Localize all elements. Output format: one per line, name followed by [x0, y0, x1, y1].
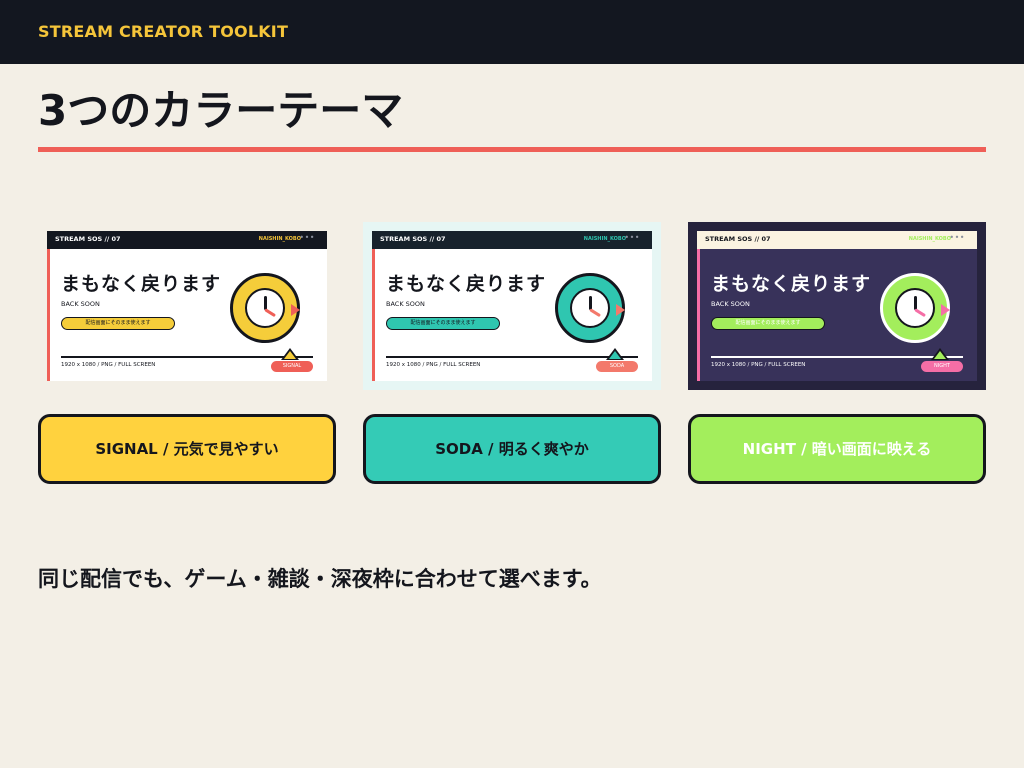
- clock-pointer-icon: [941, 304, 950, 316]
- clock-pointer-icon: [291, 304, 300, 316]
- preview-heading: まもなく戻ります: [386, 273, 547, 295]
- page-title: 3つのカラーテーマ: [38, 86, 404, 135]
- preview-header-label: STREAM SOS // 07: [705, 235, 771, 243]
- preview-subheading: BACK SOON: [711, 300, 750, 308]
- clock-face: [895, 288, 935, 328]
- clock-minute-hand: [264, 308, 276, 318]
- caption: 同じ配信でも、ゲーム・雑談・深夜枠に合わせて選べます。: [38, 567, 602, 591]
- preview-header-label: STREAM SOS // 07: [55, 235, 121, 243]
- preview-heading: まもなく戻ります: [711, 273, 872, 295]
- preview-heading: まもなく戻ります: [61, 273, 222, 295]
- preview-thumbnail: STREAM SOS // 07 NAISHIN_KOBO ••• まもなく戻ります B…: [47, 231, 327, 381]
- preview-card-soda[interactable]: STREAM SOS // 07 NAISHIN_KOBO ••• まもなく戻ります B…: [363, 222, 661, 390]
- preview-card-signal[interactable]: STREAM SOS // 07 NAISHIN_KOBO ••• まもなく戻ります B…: [38, 222, 336, 390]
- preview-edge-bar: [697, 249, 700, 381]
- preview-divider: [386, 356, 638, 358]
- clock-face: [245, 288, 285, 328]
- preview-header: STREAM SOS // 07 NAISHIN_KOBO •••: [697, 231, 977, 249]
- clock-icon: [555, 273, 625, 343]
- preview-spec: 1920 x 1080 / PNG / FULL SCREEN: [386, 362, 481, 368]
- clock-face: [570, 288, 610, 328]
- warning-icon-fill: [608, 351, 621, 359]
- theme-button-signal[interactable]: SIGNAL / 元気で見やすい: [38, 414, 336, 484]
- preview-thumbnail: STREAM SOS // 07 NAISHIN_KOBO ••• まもなく戻ります B…: [697, 231, 977, 381]
- preview-handle: NAISHIN_KOBO: [583, 236, 626, 242]
- preview-dots-icon: •••: [299, 233, 315, 242]
- preview-edge-bar: [47, 249, 50, 381]
- preview-tag: NIGHT: [921, 361, 963, 372]
- preview-divider: [61, 356, 313, 358]
- warning-icon-fill: [933, 351, 946, 359]
- preview-handle: NAISHIN_KOBO: [258, 236, 301, 242]
- clock-icon: [880, 273, 950, 343]
- preview-spec: 1920 x 1080 / PNG / FULL SCREEN: [61, 362, 156, 368]
- brand-label: STREAM CREATOR TOOLKIT: [38, 22, 289, 41]
- preview-tag: SIGNAL: [271, 361, 313, 372]
- preview-dots-icon: •••: [624, 233, 640, 242]
- preview-header: STREAM SOS // 07 NAISHIN_KOBO •••: [47, 231, 327, 249]
- preview-header: STREAM SOS // 07 NAISHIN_KOBO •••: [372, 231, 652, 249]
- preview-pill: 配信画面にそのまま使えます: [386, 317, 500, 330]
- clock-icon: [230, 273, 300, 343]
- theme-button-night[interactable]: NIGHT / 暗い画面に映える: [688, 414, 986, 484]
- preview-handle: NAISHIN_KOBO: [908, 236, 951, 242]
- clock-minute-hand: [914, 308, 926, 318]
- warning-icon-fill: [283, 351, 296, 359]
- preview-thumbnail: STREAM SOS // 07 NAISHIN_KOBO ••• まもなく戻ります B…: [372, 231, 652, 381]
- preview-divider: [711, 356, 963, 358]
- preview-edge-bar: [372, 249, 375, 381]
- preview-tag: SODA: [596, 361, 638, 372]
- title-underline: [38, 147, 986, 152]
- preview-dots-icon: •••: [949, 233, 965, 242]
- clock-minute-hand: [589, 308, 601, 318]
- preview-header-label: STREAM SOS // 07: [380, 235, 446, 243]
- preview-card-night[interactable]: STREAM SOS // 07 NAISHIN_KOBO ••• まもなく戻ります B…: [688, 222, 986, 390]
- preview-subheading: BACK SOON: [61, 300, 100, 308]
- theme-button-soda[interactable]: SODA / 明るく爽やか: [363, 414, 661, 484]
- preview-spec: 1920 x 1080 / PNG / FULL SCREEN: [711, 362, 806, 368]
- preview-subheading: BACK SOON: [386, 300, 425, 308]
- top-bar: STREAM CREATOR TOOLKIT: [0, 0, 1024, 64]
- clock-pointer-icon: [616, 304, 625, 316]
- preview-pill: 配信画面にそのまま使えます: [61, 317, 175, 330]
- preview-pill: 配信画面にそのまま使えます: [711, 317, 825, 330]
